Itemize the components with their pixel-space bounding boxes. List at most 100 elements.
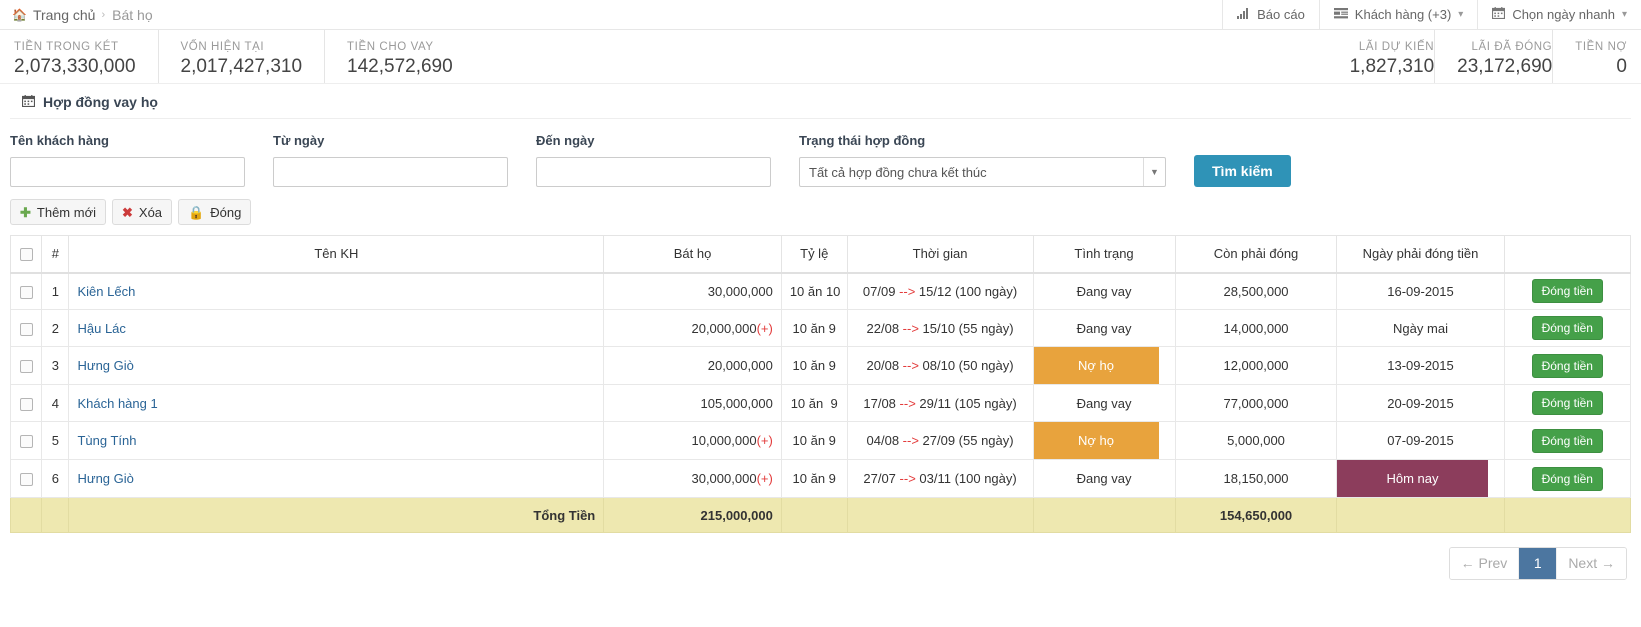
customer-link[interactable]: Hưng Giò [77,358,133,373]
table-cell-remaining: 5,000,000 [1174,421,1338,460]
table-cell-checkbox[interactable] [9,421,43,460]
delete-button[interactable]: ✖ Xóa [112,199,173,225]
breadcrumb-root[interactable]: Trang chủ [33,7,96,23]
customer-link[interactable]: Hưng Giò [77,471,133,486]
table-cell-amount: 30,000,000 [603,272,782,310]
row-checkbox[interactable] [19,397,33,411]
table-cell-checkbox[interactable] [9,346,43,385]
contract-status-select[interactable]: Tất cả hợp đồng chưa kết thúc ▼ [799,157,1166,187]
table-cell-due-date: 13-09-2015 [1336,346,1505,385]
row-checkbox[interactable] [19,360,33,374]
total-cell-empty [780,497,848,533]
table-cell-remaining: 28,500,000 [1174,272,1338,310]
table-row[interactable]: 2 Hậu Lác 20,000,000(+) 10 ăn 9 22/08 --> 15… [9,309,1632,347]
due-date-text: 16-09-2015 [1387,283,1454,299]
pay-button[interactable]: Đóng tiền [1531,279,1603,304]
table-cell-actions: Đóng tiền [1503,384,1632,422]
table-cell-status: Nợ họ [1032,346,1176,385]
header-index: # [41,235,70,274]
search-button[interactable]: Tìm kiếm [1194,155,1291,187]
table-cell-due-date: Hôm nay [1336,459,1505,498]
table-cell-checkbox[interactable] [9,309,43,347]
table-row[interactable]: 6 Hưng Giò 30,000,000(+) 10 ăn 9 27/07 --> 0… [9,459,1632,498]
header-time: Thời gian [846,235,1034,274]
pay-button[interactable]: Đóng tiền [1531,353,1603,378]
row-checkbox[interactable] [19,473,33,487]
table-cell-amount: 10,000,000(+) [603,421,782,460]
header-select-all[interactable] [9,235,43,274]
table-cell-actions: Đóng tiền [1503,346,1632,385]
pay-button[interactable]: Đóng tiền [1531,316,1603,340]
table-cell-checkbox[interactable] [9,272,43,310]
nav-item-khach-hang[interactable]: Khách hàng (+3) ▾ [1318,0,1478,29]
breadcrumb: 🏠 Trang chủ › Bát họ [0,0,153,29]
stat-tien-trong-ket: TIỀN TRONG KÉT 2,073,330,000 [14,30,158,83]
header-due-date: Ngày phải đóng tiền [1336,235,1505,274]
chevron-down-icon: ▼ [1143,158,1165,186]
total-cell-empty [41,497,70,533]
plus-marker: (+) [756,433,773,448]
label-from-date: Từ ngày [273,133,325,148]
table-cell-time: 07/09 --> 15/12 (100 ngày) [846,272,1034,310]
stats-right-group: LÃI DỰ KIẾN 1,827,310 LÃI ĐÃ ĐÓNG 23,172… [1328,30,1627,83]
nav-item-chon-ngay-nhanh[interactable]: Chọn ngày nhanh ▾ [1477,0,1641,29]
nav-label-khach-hang: Khách hàng (+3) [1354,7,1452,22]
table-row[interactable]: 1 Kiên Lếch 30,000,000 10 ăn 10 07/09 --> 15… [9,272,1632,310]
stat-label: LÃI ĐÃ ĐÓNG [1471,40,1553,53]
row-checkbox[interactable] [19,322,33,336]
nav-label-chon-ngay-nhanh: Chọn ngày nhanh [1512,7,1615,22]
label-contract-status: Trạng thái hợp đồng [799,133,926,148]
breadcrumb-separator: › [101,8,106,21]
stat-value: 142,572,690 [347,55,453,77]
due-date-badge: Hôm nay [1337,460,1488,497]
customer-link[interactable]: Kiên Lếch [77,284,135,299]
pagination-prev[interactable]: ← Prev [1449,548,1520,579]
stat-value: 2,017,427,310 [180,55,303,77]
table-row[interactable]: 3 Hưng Giò 20,000,000 10 ăn 9 20/08 --> 08/1… [9,346,1632,385]
table-cell-due-date: 16-09-2015 [1336,272,1505,310]
stat-label: VỐN HIỆN TẠI [180,40,265,53]
due-date-text: 13-09-2015 [1387,358,1454,373]
table-cell-amount: 20,000,000 [603,346,782,385]
table-cell-index: 1 [41,272,70,310]
filter-customer-name: Tên khách hàng [10,133,273,187]
table-cell-checkbox[interactable] [9,384,43,422]
status-text: Đang vay [1076,471,1132,486]
row-checkbox[interactable] [19,285,33,299]
table-cell-status: Đang vay [1032,309,1176,347]
header-rate: Tỷ lệ [780,235,848,274]
customer-link[interactable]: Hậu Lác [77,321,125,336]
table-row[interactable]: 4 Khách hàng 1 105,000,000 10 ăn 9 17/08 -->… [9,384,1632,422]
table-cell-index: 5 [41,421,70,460]
pay-button[interactable]: Đóng tiền [1531,428,1603,453]
customer-link[interactable]: Tùng Tính [77,433,136,448]
table-row[interactable]: 5 Tùng Tính 10,000,000(+) 10 ăn 9 04/08 --> … [9,421,1632,460]
table-cell-checkbox[interactable] [9,459,43,498]
nav-item-bao-cao[interactable]: Báo cáo [1222,0,1319,29]
add-new-button[interactable]: ✚ Thêm mới [10,199,106,225]
table-cell-index: 3 [41,346,70,385]
pagination: ← Prev 1 Next → [1448,547,1627,580]
close-contract-button[interactable]: 🔒 Đóng [178,199,252,225]
arrow-icon: --> [902,358,919,373]
pay-button[interactable]: Đóng tiền [1531,466,1603,491]
pay-button[interactable]: Đóng tiền [1531,391,1603,415]
customer-name-input[interactable] [10,157,245,187]
select-all-checkbox[interactable] [19,248,33,262]
table-body: 1 Kiên Lếch 30,000,000 10 ăn 10 07/09 --> 15… [9,272,1632,533]
customer-link[interactable]: Khách hàng 1 [77,396,157,411]
pagination-next[interactable]: Next → [1557,548,1626,579]
header-customer-name: Tên KH [68,235,605,274]
contracts-table: # Tên KH Bát họ Tỷ lệ Thời gian Tình trạ… [9,235,1632,533]
status-text: Đang vay [1076,320,1132,336]
to-date-input[interactable] [536,157,771,187]
filter-bar: Tên khách hàng Từ ngày Đến ngày Trạng th… [0,119,1641,187]
list-icon [1333,7,1348,22]
page-title: Hợp đồng vay họ [10,84,1631,119]
due-date-text: 07-09-2015 [1387,433,1454,448]
table-cell-rate: 10 ăn 9 [780,459,848,498]
pagination-page-1[interactable]: 1 [1519,548,1558,579]
row-checkbox[interactable] [19,435,33,449]
table-cell-amount: 30,000,000(+) [603,459,782,498]
from-date-input[interactable] [273,157,508,187]
